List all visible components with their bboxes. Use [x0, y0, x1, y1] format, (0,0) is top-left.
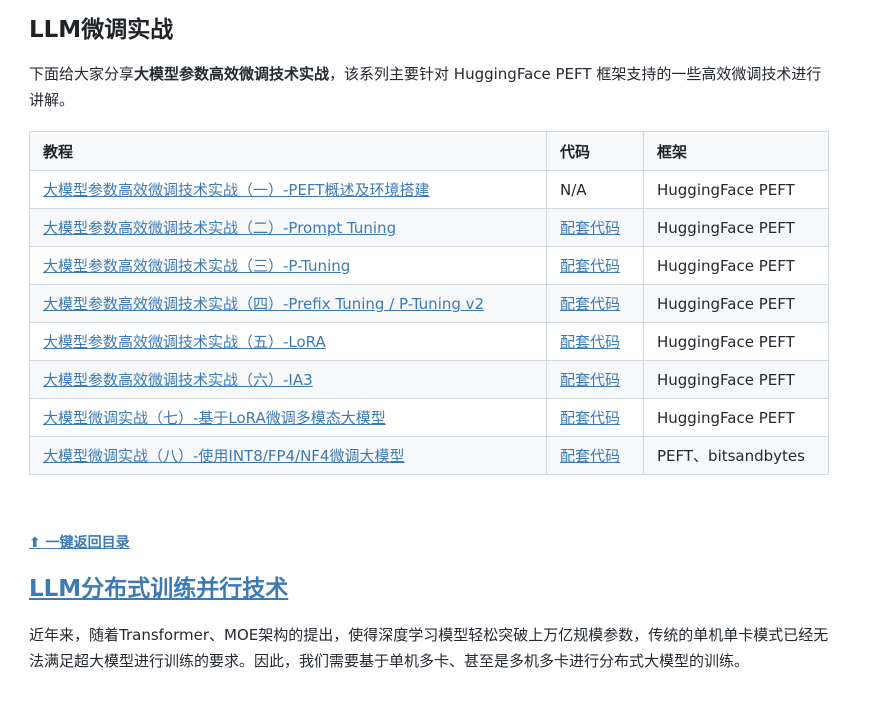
table-row: 大模型参数高效微调技术实战（四）-Prefix Tuning / P-Tunin… — [29, 284, 829, 323]
cell-code: 配套代码 — [546, 398, 644, 437]
cell-framework: HuggingFace PEFT — [643, 398, 829, 437]
table-body: 大模型参数高效微调技术实战（一）-PEFT概述及环境搭建 N/A HuggingFa… — [29, 170, 829, 475]
cell-code: 配套代码 — [546, 436, 644, 475]
table-row: 大模型参数高效微调技术实战（六）-IA3 配套代码 HuggingFace PEFT — [29, 360, 829, 399]
cell-tutorial: 大模型参数高效微调技术实战（二）-Prompt Tuning — [29, 208, 547, 247]
tutorial-link[interactable]: 大模型参数高效微调技术实战（二）-Prompt Tuning — [43, 219, 396, 237]
intro-prefix: 下面给大家分享 — [29, 65, 135, 83]
cell-code: 配套代码 — [546, 284, 644, 323]
intro-paragraph: 下面给大家分享大模型参数高效微调技术实战，该系列主要针对 HuggingFace… — [29, 61, 834, 113]
cell-tutorial: 大模型参数高效微调技术实战（三）-P-Tuning — [29, 246, 547, 285]
cell-code: 配套代码 — [546, 208, 644, 247]
tutorial-table: 教程 代码 框架 大模型参数高效微调技术实战（一）-PEFT概述及环境搭建 N/A… — [29, 131, 829, 475]
section-title-distributed: LLM分布式训练并行技术 — [29, 572, 288, 606]
table-row: 大模型参数高效微调技术实战（三）-P-Tuning 配套代码 HuggingFace… — [29, 246, 829, 285]
cell-code: 配套代码 — [546, 360, 644, 399]
code-link[interactable]: 配套代码 — [560, 295, 620, 313]
tutorial-link[interactable]: 大模型参数高效微调技术实战（六）-IA3 — [43, 371, 313, 389]
section-title-distributed-link[interactable]: LLM分布式训练并行技术 — [29, 576, 288, 602]
header-framework: 框架 — [643, 131, 829, 171]
header-code: 代码 — [546, 131, 644, 171]
cell-framework: HuggingFace PEFT — [643, 246, 829, 285]
cell-tutorial: 大模型参数高效微调技术实战（五）-LoRA — [29, 322, 547, 361]
cell-framework: HuggingFace PEFT — [643, 322, 829, 361]
cell-code: 配套代码 — [546, 246, 644, 285]
table-header-row: 教程 代码 框架 — [29, 131, 829, 171]
cell-framework: HuggingFace PEFT — [643, 170, 829, 209]
tutorial-link[interactable]: 大模型参数高效微调技术实战（四）-Prefix Tuning / P-Tunin… — [43, 295, 484, 313]
code-link[interactable]: 配套代码 — [560, 371, 620, 389]
cell-framework: HuggingFace PEFT — [643, 208, 829, 247]
header-tutorial: 教程 — [29, 131, 547, 171]
cell-tutorial: 大模型微调实战（八）-使用INT8/FP4/NF4微调大模型 — [29, 436, 547, 475]
cell-code: 配套代码 — [546, 322, 644, 361]
intro-bold: 大模型参数高效微调技术实战 — [134, 65, 330, 83]
table-row: 大模型参数高效微调技术实战（二）-Prompt Tuning 配套代码 Huggin… — [29, 208, 829, 247]
code-link[interactable]: 配套代码 — [560, 333, 620, 351]
cell-tutorial: 大模型微调实战（七）-基于LoRA微调多模态大模型 — [29, 398, 547, 437]
code-text: N/A — [560, 180, 587, 199]
distributed-description: 近年来，随着Transformer、MOE架构的提出，使得深度学习模型轻松突破上… — [29, 626, 829, 670]
cell-framework: PEFT、bitsandbytes — [643, 436, 829, 475]
tutorial-link[interactable]: 大模型参数高效微调技术实战（五）-LoRA — [43, 333, 326, 351]
tutorial-link[interactable]: 大模型微调实战（七）-基于LoRA微调多模态大模型 — [43, 409, 386, 427]
table-row: 大模型参数高效微调技术实战（五）-LoRA 配套代码 HuggingFace PEF… — [29, 322, 829, 361]
section-title-llm-finetune: LLM微调实战 — [29, 17, 174, 43]
code-link[interactable]: 配套代码 — [560, 257, 620, 275]
cell-framework: HuggingFace PEFT — [643, 360, 829, 399]
code-link[interactable]: 配套代码 — [560, 447, 620, 465]
code-link[interactable]: 配套代码 — [560, 409, 620, 427]
table-row: 大模型微调实战（七）-基于LoRA微调多模态大模型 配套代码 HuggingFace… — [29, 398, 829, 437]
cell-tutorial: 大模型参数高效微调技术实战（六）-IA3 — [29, 360, 547, 399]
tutorial-link[interactable]: 大模型微调实战（八）-使用INT8/FP4/NF4微调大模型 — [43, 447, 404, 465]
back-to-toc-link[interactable]: ⬆ 一键返回目录 — [29, 533, 130, 553]
cell-code: N/A — [546, 170, 644, 209]
cell-tutorial: 大模型参数高效微调技术实战（一）-PEFT概述及环境搭建 — [29, 170, 547, 209]
tutorial-link[interactable]: 大模型参数高效微调技术实战（三）-P-Tuning — [43, 257, 350, 275]
table-row: 大模型参数高效微调技术实战（一）-PEFT概述及环境搭建 N/A HuggingFa… — [29, 170, 829, 209]
tutorial-link[interactable]: 大模型参数高效微调技术实战（一）-PEFT概述及环境搭建 — [43, 181, 429, 199]
table-row: 大模型微调实战（八）-使用INT8/FP4/NF4微调大模型 配套代码 PEFT、b… — [29, 436, 829, 475]
code-link[interactable]: 配套代码 — [560, 219, 620, 237]
cell-tutorial: 大模型参数高效微调技术实战（四）-Prefix Tuning / P-Tunin… — [29, 284, 547, 323]
cell-framework: HuggingFace PEFT — [643, 284, 829, 323]
